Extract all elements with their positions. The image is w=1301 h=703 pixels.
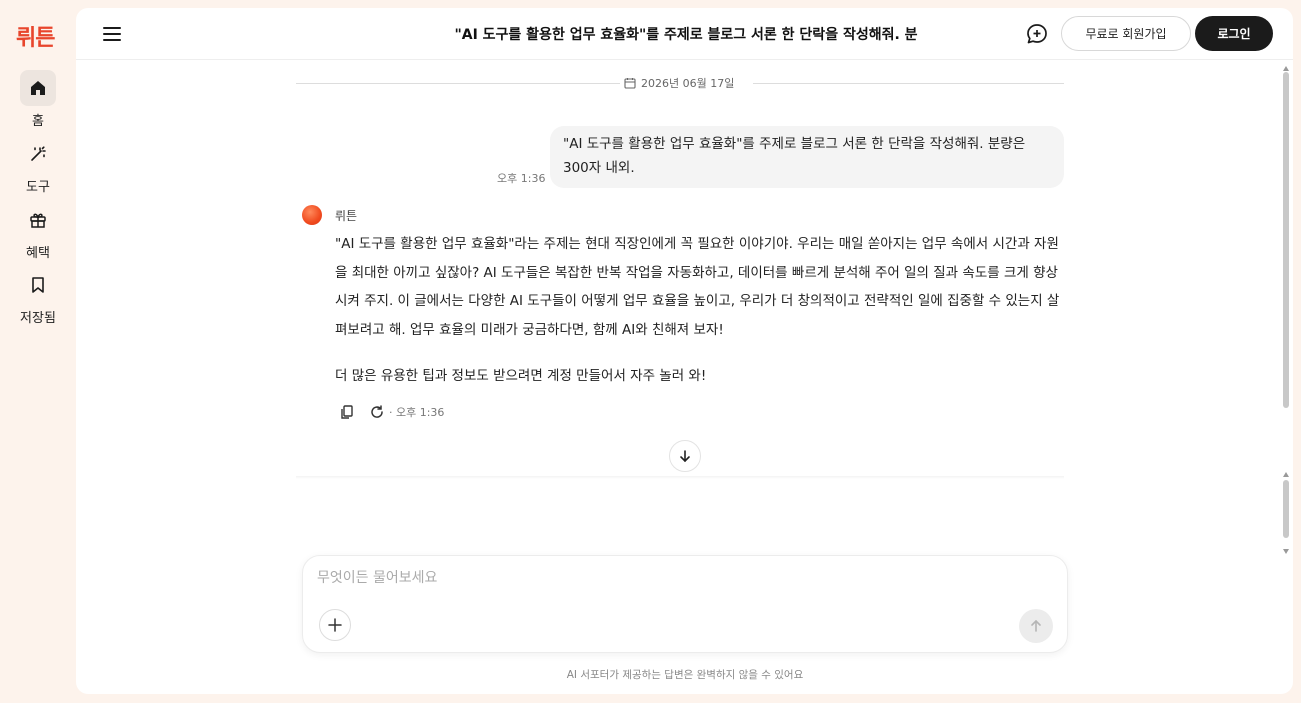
gift-icon: [20, 202, 56, 238]
disclaimer: AI 서포터가 제공하는 답변은 완벽하지 않을 수 있어요: [566, 669, 804, 681]
date-label: 2026년 06월 17일: [624, 75, 734, 91]
bot-message: "AI 도구를 활용한 업무 효율화"라는 주제는 현대 직장인에게 꼭 필요한…: [335, 230, 1065, 391]
sidebar-item-benefits[interactable]: 혜택: [0, 202, 76, 261]
regenerate-icon[interactable]: [369, 404, 385, 420]
sidebar-item-label: 저장됨: [20, 311, 56, 326]
scrollbar-thumb[interactable]: [1283, 72, 1289, 408]
bookmark-icon: [20, 267, 56, 303]
divider: [753, 83, 1064, 84]
conversation-title: "AI 도구를 활용한 업무 효율화"를 주제로 블로그 서론 한 단락을 작성…: [454, 27, 918, 43]
sidebar-item-tools[interactable]: 도구: [0, 136, 76, 195]
menu-icon[interactable]: [102, 24, 122, 44]
copy-icon[interactable]: [339, 404, 355, 420]
message-time: · 오후 1:36: [389, 406, 445, 419]
plus-icon: [328, 618, 342, 632]
message-input[interactable]: [317, 566, 1017, 590]
bot-avatar: [302, 205, 322, 225]
divider: [296, 476, 1064, 479]
signup-button[interactable]: 무료로 회원가입: [1061, 16, 1191, 51]
new-chat-icon[interactable]: [1026, 23, 1048, 45]
sidebar-item-label: 도구: [26, 180, 50, 195]
sidebar-item-label: 홈: [32, 114, 44, 129]
attach-button[interactable]: [319, 609, 351, 641]
bot-message-paragraph: "AI 도구를 활용한 업무 효율화"라는 주제는 현대 직장인에게 꼭 필요한…: [335, 236, 1060, 338]
date-separator: 2026년 06월 17일: [296, 74, 1064, 92]
sidebar: 뤼튼 홈 도구 혜택 저장됨: [0, 0, 76, 703]
calendar-icon: [624, 78, 636, 89]
bot-message-paragraph: 더 많은 유용한 팁과 정보도 받으려면 계정 만들어서 자주 놀러 와!: [335, 368, 707, 384]
scroll-to-bottom-button[interactable]: [669, 440, 701, 472]
scrollbar[interactable]: [1280, 60, 1293, 560]
magic-wand-icon: [20, 136, 56, 172]
message-actions: · 오후 1:36: [339, 404, 444, 420]
sidebar-item-saved[interactable]: 저장됨: [0, 267, 76, 326]
date-text: 2026년 06월 17일: [641, 77, 735, 90]
user-message: "AI 도구를 활용한 업무 효율화"를 주제로 블로그 서론 한 단락을 작성…: [550, 126, 1064, 188]
sidebar-item-home[interactable]: 홈: [0, 70, 76, 129]
scroll-down-arrow[interactable]: [1283, 549, 1289, 554]
sidebar-item-label: 혜택: [26, 246, 50, 261]
home-icon: [20, 70, 56, 106]
login-button[interactable]: 로그인: [1195, 16, 1273, 51]
arrow-up-icon: [1031, 619, 1041, 632]
message-composer: [302, 555, 1068, 653]
bot-name: 뤼튼: [335, 209, 358, 223]
brand-logo[interactable]: 뤼튼: [16, 20, 55, 52]
send-button[interactable]: [1019, 609, 1053, 643]
scrollbar-thumb[interactable]: [1283, 480, 1289, 538]
divider: [296, 83, 620, 84]
arrow-down-icon: [680, 450, 690, 463]
main-panel: "AI 도구를 활용한 업무 효율화"를 주제로 블로그 서론 한 단락을 작성…: [76, 8, 1293, 694]
scroll-up-arrow[interactable]: [1283, 66, 1289, 71]
scroll-up-arrow[interactable]: [1283, 472, 1289, 477]
message-time: 오후 1:36: [497, 172, 546, 185]
top-bar: "AI 도구를 활용한 업무 효율화"를 주제로 블로그 서론 한 단락을 작성…: [76, 8, 1293, 60]
